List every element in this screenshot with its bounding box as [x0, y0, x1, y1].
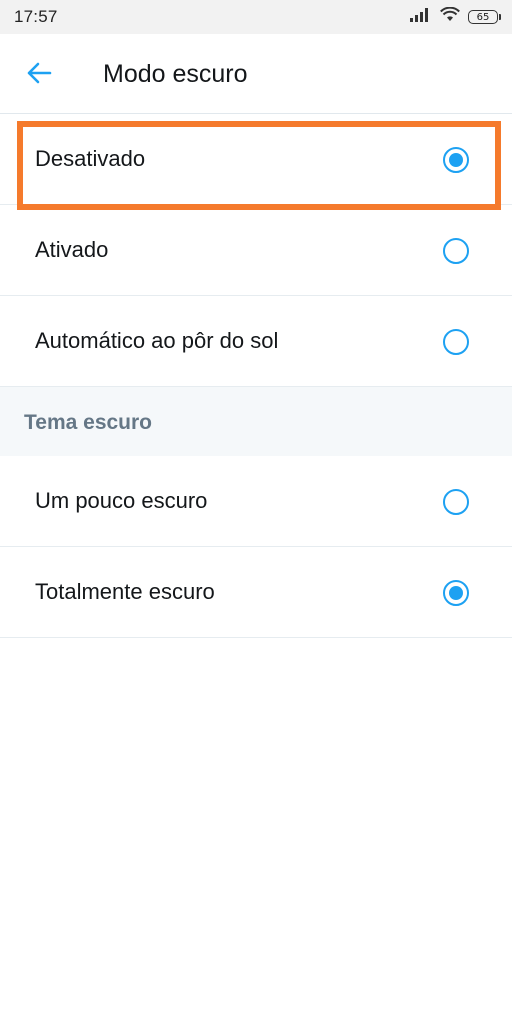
app-bar: Modo escuro	[0, 34, 512, 114]
status-bar: 17:57 65	[0, 0, 512, 34]
option-automatico[interactable]: Automático ao pôr do sol	[0, 296, 512, 387]
status-icons: 65	[410, 6, 501, 27]
page-title: Modo escuro	[103, 60, 248, 88]
radio-button[interactable]	[443, 238, 469, 264]
option-totalmente-escuro[interactable]: Totalmente escuro	[0, 547, 512, 638]
option-label: Um pouco escuro	[35, 488, 208, 513]
option-label: Automático ao pôr do sol	[35, 328, 279, 353]
option-ativado[interactable]: Ativado	[0, 205, 512, 296]
option-label: Desativado	[35, 146, 146, 171]
section-header-tema-escuro: Tema escuro	[0, 387, 512, 456]
option-label: Ativado	[35, 237, 109, 262]
signal-icon	[410, 7, 432, 27]
back-button[interactable]	[22, 58, 56, 92]
radio-button-selected[interactable]	[443, 147, 469, 173]
option-label: Totalmente escuro	[35, 579, 215, 604]
dark-mode-settings-list: Desativado Ativado Automático ao pôr do …	[0, 114, 512, 638]
back-arrow-icon	[26, 62, 52, 89]
option-um-pouco-escuro[interactable]: Um pouco escuro	[0, 456, 512, 547]
battery-icon: 65	[468, 10, 501, 24]
radio-button[interactable]	[443, 489, 469, 515]
status-time: 17:57	[14, 7, 58, 26]
wifi-icon	[440, 6, 460, 27]
radio-button-selected[interactable]	[443, 580, 469, 606]
section-title: Tema escuro	[24, 411, 152, 434]
option-desativado[interactable]: Desativado	[0, 114, 512, 205]
radio-button[interactable]	[443, 329, 469, 355]
